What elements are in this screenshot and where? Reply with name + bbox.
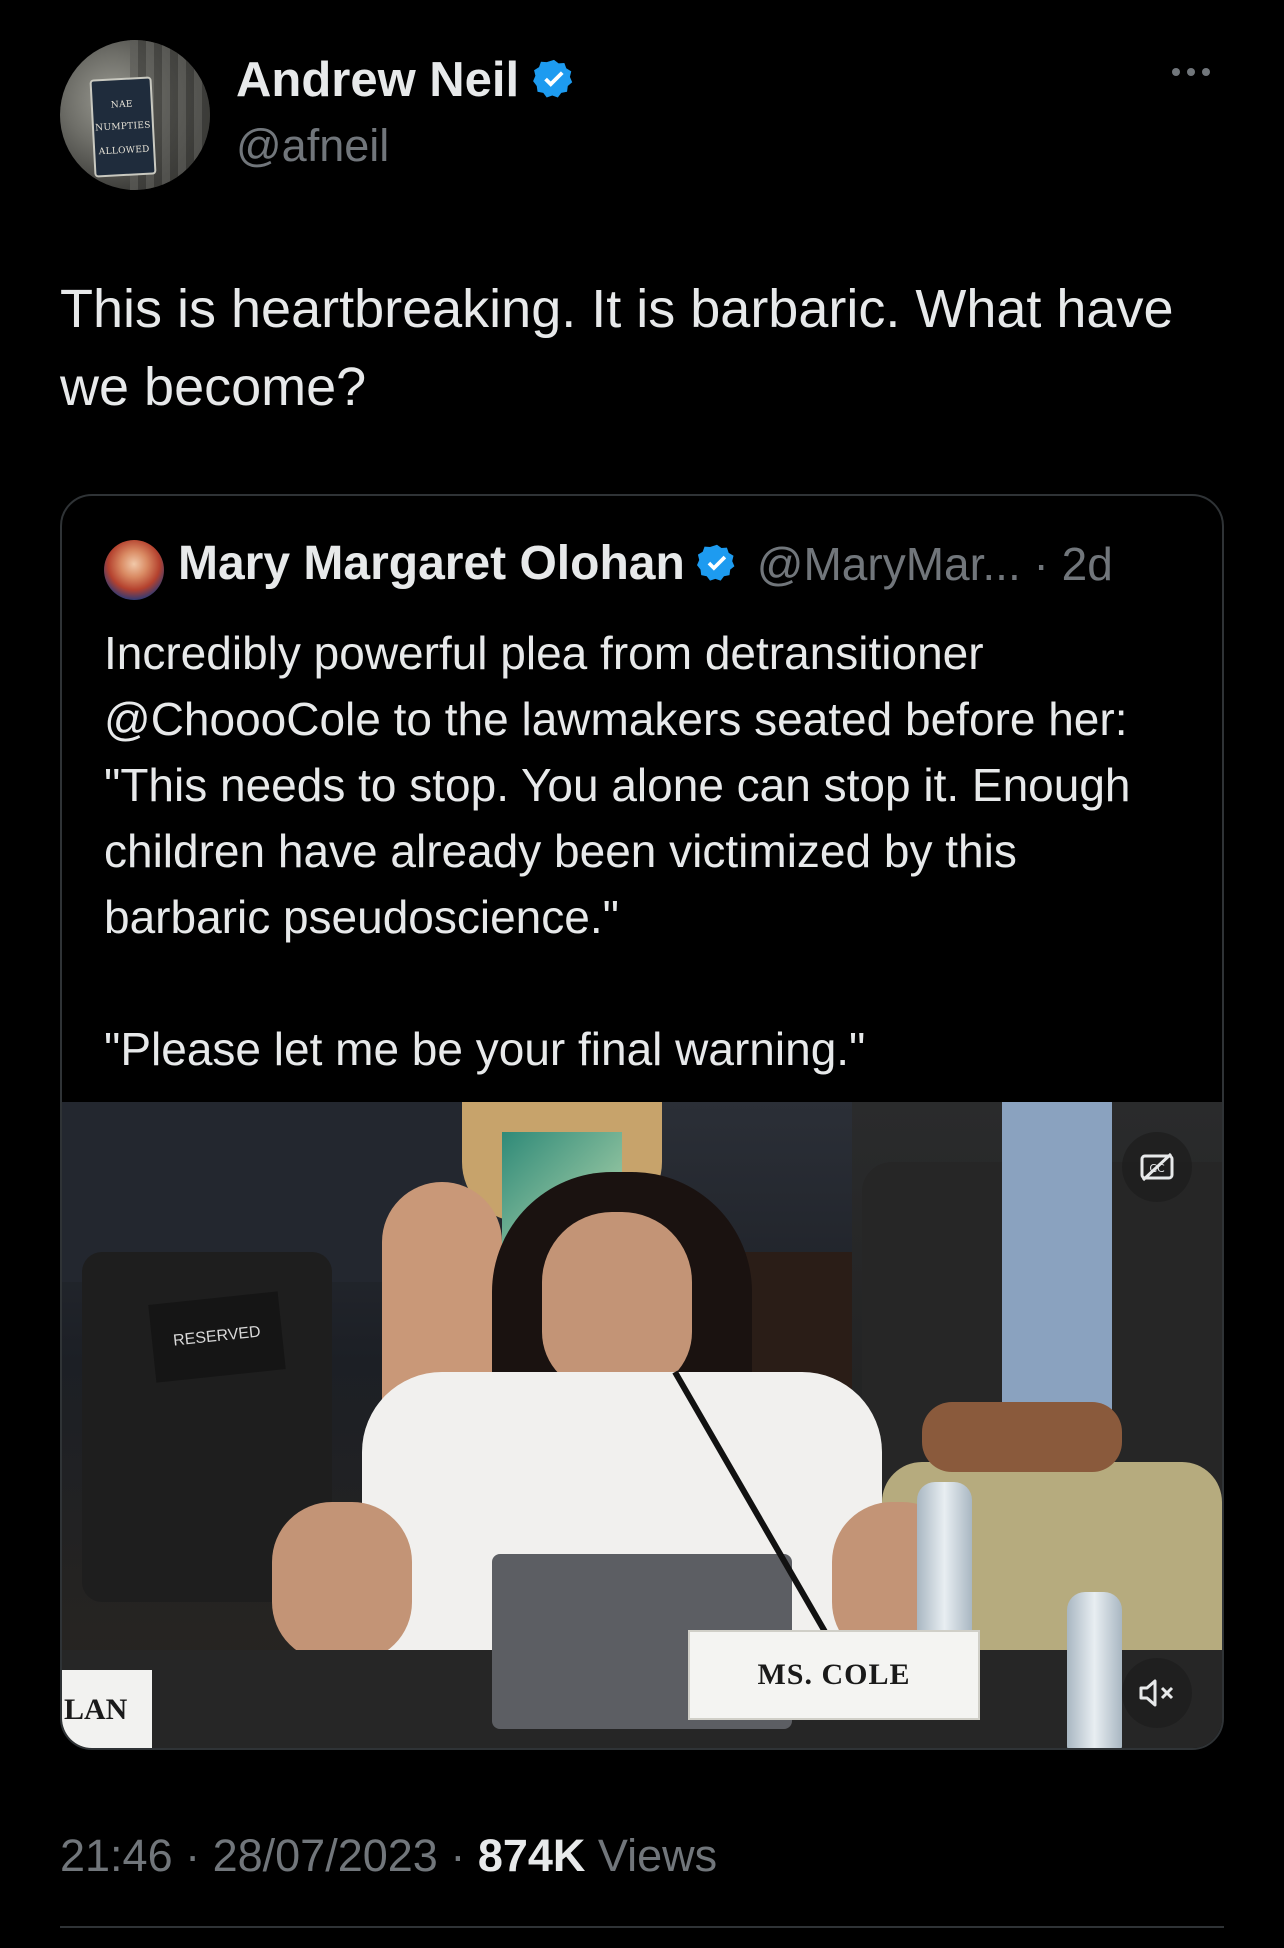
divider [60,1926,1224,1928]
avatar-sign-line: NAE [110,99,134,111]
nameplate-left: LAN [62,1670,152,1748]
author-avatar[interactable]: NAE NUMPTIES ALLOWED [60,40,210,190]
verified-badge-icon [531,57,577,103]
quoted-author-name[interactable]: Mary Margaret Olohan [178,536,685,591]
tweet-timestamp[interactable]: 21:46 · 28/07/2023 · [60,1830,478,1881]
avatar-sign-line: NUMPTIES [95,120,151,134]
author-name-row[interactable]: Andrew Neil [236,52,577,108]
captions-off-icon[interactable]: CC [1122,1132,1192,1202]
verified-badge-icon [695,542,739,586]
more-options-icon[interactable] [1172,68,1210,76]
reserved-sign: RESERVED [148,1291,286,1383]
video-player[interactable]: RESERVED MS. COLE LAN CC [62,1102,1222,1748]
tweet-text: This is heartbreaking. It is barbaric. W… [60,279,1174,417]
quoted-tweet-card[interactable]: Mary Margaret Olohan @MaryMar... · 2d In… [60,494,1224,1750]
quoted-handle-time: @MaryMar... · 2d [756,537,1113,590]
author-name[interactable]: Andrew Neil [236,52,519,108]
mute-icon[interactable] [1122,1658,1192,1728]
quoted-author-avatar[interactable] [104,540,164,600]
views-count: 874K [477,1830,586,1881]
avatar-sign-line: ALLOWED [98,144,150,158]
tweet-meta: 21:46 · 28/07/2023 · 874K Views [60,1830,717,1882]
nameplate: MS. COLE [688,1630,980,1720]
quoted-tweet-text: Incredibly powerful plea from detransiti… [104,627,1131,1075]
author-handle[interactable]: @afneil [236,120,389,172]
views-label: Views [585,1830,718,1881]
quoted-header: Mary Margaret Olohan @MaryMar... · 2d [178,536,1113,591]
